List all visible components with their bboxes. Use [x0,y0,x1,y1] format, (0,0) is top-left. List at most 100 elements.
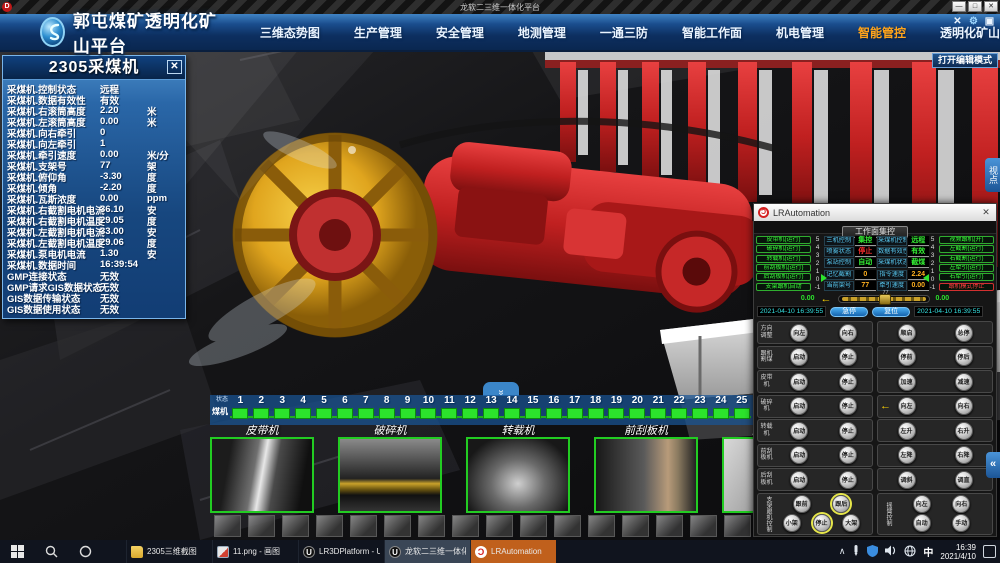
collapse-left-icon[interactable]: « [986,452,1000,478]
support-slot[interactable]: 17 [564,395,585,419]
control-button[interactable]: 停止 [839,471,857,489]
support-slot[interactable]: 2 [251,395,272,419]
nav-item[interactable]: 三维态势图 [260,24,320,41]
panel-close-icon[interactable]: ✕ [167,60,182,74]
equipment-status-button[interactable]: 右牵引(运行) [939,273,994,281]
filmstrip-thumbnail[interactable] [724,515,751,537]
support-slot[interactable]: 11 [439,395,460,419]
taskbar-app-button[interactable]: 11.png - 画图 [212,540,298,563]
equipment-status-button[interactable]: 前刮板机(运行) [756,264,811,272]
viewpoint-tab[interactable]: 视点 [985,158,1000,192]
filmstrip-thumbnail[interactable] [656,515,683,537]
control-button[interactable]: 右降 [955,446,973,464]
support-slot[interactable]: 9 [397,395,418,419]
control-button[interactable]: 停前 [898,348,916,366]
lrautomation-close-icon[interactable]: ✕ [980,207,992,218]
control-button[interactable]: 停后 [955,348,973,366]
support-slot[interactable]: 21 [648,395,669,419]
nav-item[interactable]: 安全管理 [436,24,484,41]
control-button[interactable]: 启动 [790,373,808,391]
filmstrip-thumbnail[interactable] [588,515,615,537]
equipment-status-button[interactable]: 左截割(运行) [939,245,994,253]
maximize-button[interactable]: □ [968,1,982,12]
support-slot[interactable]: 22 [669,395,690,419]
emergency-stop-button[interactable]: 急停 [830,307,868,317]
support-slot[interactable]: 12 [460,395,481,419]
filmstrip-thumbnail[interactable] [384,515,411,537]
defender-shield-icon[interactable] [867,545,878,559]
equipment-status-button[interactable]: 转载机(运行) [756,255,811,263]
notification-center-icon[interactable] [983,545,996,558]
control-button[interactable]: 跟前 [793,495,811,513]
taskbar-app-button[interactable]: LR3DPlatform - U... [298,540,384,563]
settings-gear-icon[interactable]: ⚙ [967,16,980,28]
support-slot[interactable]: 7 [355,395,376,419]
taskbar-app-button[interactable]: 龙软二三维一体化... [384,540,470,563]
filmstrip-thumbnail[interactable] [622,515,649,537]
control-button[interactable]: 停止 [839,422,857,440]
tools-icon[interactable]: ✕ [951,16,964,28]
support-slot[interactable]: 25 [731,395,752,419]
filmstrip-thumbnail[interactable] [418,515,445,537]
filmstrip-thumbnail[interactable] [282,515,309,537]
control-button[interactable]: 向右 [839,324,857,342]
nav-item[interactable]: 智能管控 [858,24,906,41]
taskbar-clock[interactable]: 16:39 2021/4/10 [940,543,976,561]
support-slot[interactable]: 18 [585,395,606,419]
control-button[interactable]: 向右 [955,397,973,415]
filmstrip-thumbnail[interactable] [316,515,343,537]
equipment-status-button[interactable]: 左牵引(运行) [939,264,994,272]
control-button[interactable]: 调直 [955,471,973,489]
filmstrip-thumbnail[interactable] [350,515,377,537]
filmstrip-thumbnail[interactable] [452,515,479,537]
control-button[interactable]: 左升 [898,422,916,440]
tray-expand-icon[interactable]: ∧ [839,546,846,557]
control-button-highlighted[interactable]: 跟后 [832,495,850,513]
support-slot[interactable]: 14 [502,395,523,419]
search-icon[interactable] [34,540,68,563]
equipment-status-button[interactable]: 皮带机(运行) [756,236,811,244]
cortana-icon[interactable] [68,540,102,563]
nav-item[interactable]: 机电管理 [776,24,824,41]
filmstrip-thumbnail[interactable] [486,515,513,537]
control-button[interactable]: 停止 [839,446,857,464]
control-button[interactable]: 向左 [790,324,808,342]
camera-video-thumbnail[interactable] [338,437,442,513]
support-slot[interactable]: 23 [690,395,711,419]
support-slot[interactable]: 19 [606,395,627,419]
support-slot[interactable]: 5 [314,395,335,419]
collapse-panel-tab[interactable]: » [483,382,519,396]
equipment-status-button[interactable]: 支架跟机自动 [756,283,811,291]
support-slot[interactable]: 24 [710,395,731,419]
control-button[interactable]: 手动 [952,514,970,532]
equipment-status-button[interactable]: 右截割(运行) [939,255,994,263]
control-button[interactable]: 启动 [790,348,808,366]
volume-icon[interactable] [885,545,897,558]
camera-video-thumbnail[interactable] [594,437,698,513]
nav-item[interactable]: 生产管理 [354,24,402,41]
support-slot[interactable]: 6 [334,395,355,419]
filmstrip-thumbnail[interactable] [214,515,241,537]
minimize-button[interactable]: — [952,1,966,12]
nav-item[interactable]: 智能工作面 [682,24,742,41]
control-button[interactable]: 向左 [913,495,931,513]
control-button[interactable]: 停止 [839,373,857,391]
support-slot[interactable]: 10 [418,395,439,419]
support-slot[interactable]: 4 [293,395,314,419]
ime-indicator[interactable]: 中 [923,544,933,559]
control-button[interactable]: 向左 [898,397,916,415]
filmstrip-thumbnail[interactable] [520,515,547,537]
control-button[interactable]: 启动 [790,422,808,440]
filmstrip-thumbnail[interactable] [690,515,717,537]
nav-item[interactable]: 一通三防 [600,24,648,41]
control-button[interactable]: 启动 [790,471,808,489]
pen-icon[interactable] [852,545,860,558]
nav-item[interactable]: 地测管理 [518,24,566,41]
control-button[interactable]: 停止 [839,348,857,366]
filmstrip-thumbnail[interactable] [248,515,275,537]
filmstrip-thumbnail[interactable] [554,515,581,537]
taskbar-app-button[interactable]: LRAutomation [470,540,556,563]
control-button[interactable]: 右升 [955,422,973,440]
taskbar-app-button[interactable]: 2305三维截图 [126,540,212,563]
equipment-status-button[interactable]: 视频跟机(开) [939,236,994,244]
